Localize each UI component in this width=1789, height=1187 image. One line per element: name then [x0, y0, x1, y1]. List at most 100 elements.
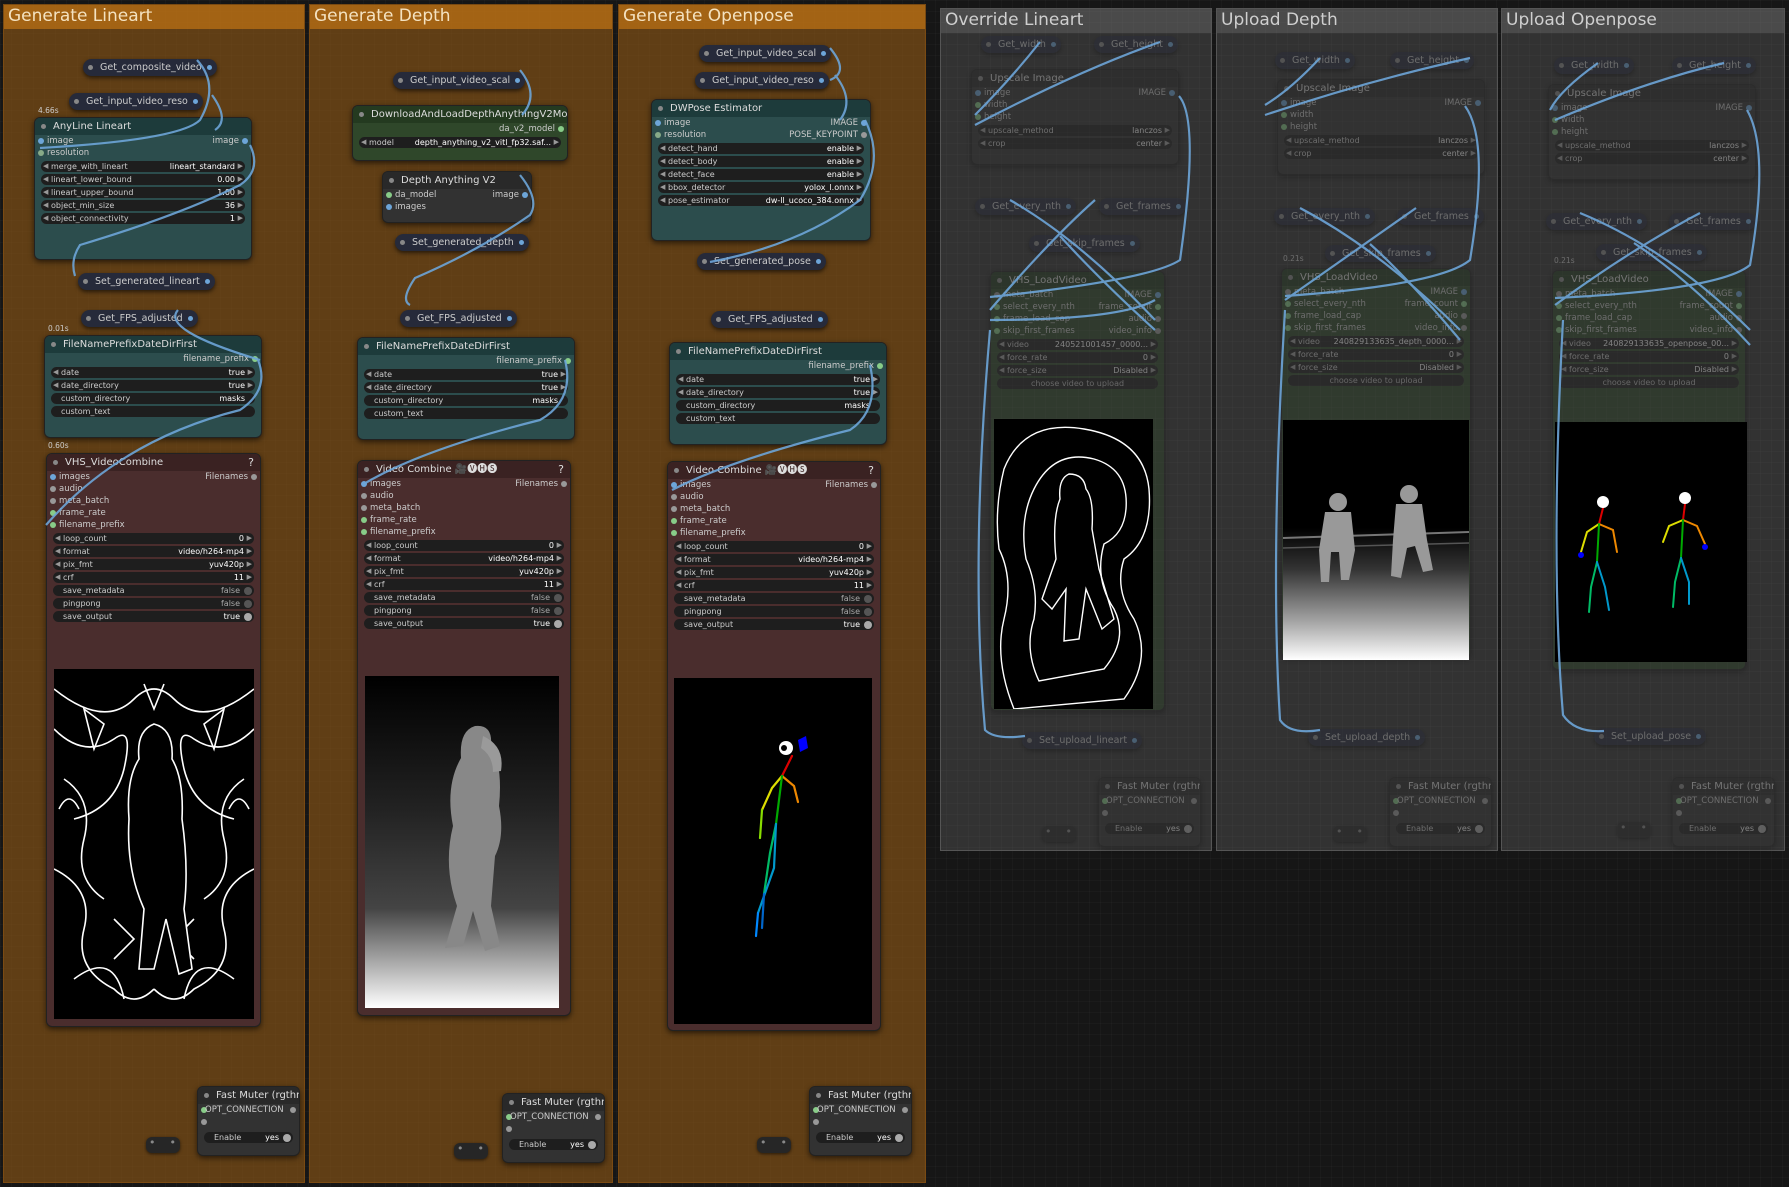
input-frame-rate[interactable]: frame_rate	[370, 514, 417, 526]
node-title[interactable]: Fast Muter (rgthree)	[198, 1087, 299, 1104]
widget-custom-text[interactable]: custom_text	[51, 406, 255, 417]
node-title[interactable]: Fast Muter (rgthree)	[503, 1094, 604, 1111]
reroute-node[interactable]	[757, 1136, 791, 1153]
input-meta-batch[interactable]: meta_batch	[680, 503, 730, 515]
node-title[interactable]: AnyLine Lineart	[35, 118, 251, 135]
output-opt-connection[interactable]: OPT_CONNECTION	[205, 1104, 284, 1116]
node-title[interactable]: Fast Muter (rgthree)	[1099, 778, 1200, 795]
dwpose-estimator-node[interactable]: DWPose Estimator image IMAGE resolution PO…	[651, 99, 871, 241]
input-filename-prefix[interactable]: filename_prefix	[59, 519, 125, 531]
widget-detect-face[interactable]: ◀ detect_face enable ▶	[658, 169, 864, 180]
widget-pingpong[interactable]: pingpong false	[674, 606, 874, 617]
output-image[interactable]: image	[213, 135, 239, 147]
widget-date-directory[interactable]: ◀ date_directory true ▶	[51, 380, 255, 391]
widget-format[interactable]: ◀ format video/h264-mp4 ▶	[53, 546, 254, 557]
group-generate-depth[interactable]: Generate Depth Get_input_video_scal Down…	[309, 4, 613, 1183]
node-title[interactable]: Fast Muter (rgthree)	[1390, 778, 1491, 795]
widget-date[interactable]: ◀ date true ▶	[364, 369, 568, 380]
input-images[interactable]: images	[680, 479, 711, 491]
fast-muter-node[interactable]: Fast Muter (rgthree) OPT_CONNECTION Enab…	[502, 1093, 605, 1163]
output-pose-keypoint[interactable]: POSE_KEYPOINT	[789, 129, 858, 141]
get-frames-node[interactable]: Get_frames	[1099, 198, 1186, 215]
widget-force-size[interactable]: ◀ force_size Disabled ▶	[1559, 364, 1739, 375]
widget-upscale-method[interactable]: ◀ upscale_method lanczos ▶	[1555, 140, 1749, 151]
input-audio[interactable]: audio	[370, 490, 394, 502]
group-override-lineart[interactable]: Override Lineart Get_width Get_height Up…	[940, 8, 1212, 851]
upscale-image-node[interactable]: Upscale Image image IMAGE width height ◀ u…	[1548, 84, 1756, 180]
help-icon[interactable]: ?	[558, 461, 564, 478]
widget-custom-text[interactable]: custom_text	[364, 408, 568, 419]
get-every-nth-node[interactable]: Get_every_nth	[1546, 213, 1648, 230]
widget-save-output[interactable]: save_output true	[674, 619, 874, 630]
output-filenames[interactable]: Filenames	[205, 471, 248, 483]
widget-video[interactable]: ◀ video 240521001457_0000... ▶	[997, 339, 1158, 350]
group-title[interactable]: Generate Depth	[310, 5, 612, 29]
group-generate-lineart[interactable]: Generate Lineart Get_composite_video Get…	[3, 4, 305, 1183]
input-meta-batch[interactable]: meta_batch	[59, 495, 109, 507]
node-title[interactable]: Depth Anything V2	[383, 172, 531, 189]
widget-pose-estimator[interactable]: ◀ pose_estimator dw-ll_ucoco_384.onnx ▶	[658, 195, 864, 206]
fast-muter-node[interactable]: Fast Muter (rgthree) OPT_CONNECTION Enab…	[1389, 777, 1492, 847]
node-title[interactable]: DWPose Estimator	[652, 100, 870, 117]
widget-upscale-method[interactable]: ◀ upscale_method lanczos ▶	[1284, 135, 1478, 146]
filename-prefix-node[interactable]: FileNamePrefixDateDirFirst filename_pref…	[669, 342, 887, 445]
set-upload-lineart-node[interactable]: Set_upload_lineart	[1022, 732, 1143, 749]
enable-toggle[interactable]: Enable yes	[204, 1132, 293, 1143]
widget-lineart-lower-bound[interactable]: ◀ lineart_lower_bound 0.00 ▶	[41, 174, 245, 185]
input-audio[interactable]: audio	[59, 483, 83, 495]
set-upload-depth-node[interactable]: Set_upload_depth	[1308, 729, 1426, 746]
widget-object-min-size[interactable]: ◀ object_min_size 36 ▶	[41, 200, 245, 211]
fast-muter-node[interactable]: Fast Muter (rgthree) OPT_CONNECTION Enab…	[197, 1086, 300, 1156]
input-audio[interactable]: audio	[680, 491, 704, 503]
enable-toggle[interactable]: Enable yes	[1679, 823, 1768, 834]
widget-object-connectivity[interactable]: ◀ object_connectivity 1 ▶	[41, 213, 245, 224]
widget-crop[interactable]: ◀ crop center ▶	[1284, 148, 1478, 159]
node-title[interactable]: Video Combine 🎥🅥🅗🅢?	[668, 462, 880, 479]
node-title[interactable]: Upscale Image	[972, 70, 1178, 87]
depth-anything-v2-node[interactable]: Depth Anything V2 da_model image images	[382, 171, 532, 223]
widget-bbox-detector[interactable]: ◀ bbox_detector yolox_l.onnx ▶	[658, 182, 864, 193]
node-title[interactable]: FileNamePrefixDateDirFirst	[45, 336, 261, 353]
get-composite-video-node[interactable]: Get_composite_video	[83, 59, 217, 76]
input-frame-rate[interactable]: frame_rate	[680, 515, 727, 527]
filename-prefix-node[interactable]: FileNamePrefixDateDirFirst filename_pref…	[357, 337, 575, 440]
node-title[interactable]: Fast Muter (rgthree)	[1673, 778, 1774, 795]
output-da-v2-model[interactable]: da_v2_model	[499, 123, 555, 135]
fast-muter-node[interactable]: Fast Muter (rgthree) OPT_CONNECTION Enab…	[809, 1086, 912, 1156]
widget-pingpong[interactable]: pingpong false	[364, 605, 564, 616]
fast-muter-node[interactable]: Fast Muter (rgthree) OPT_CONNECTION Enab…	[1672, 777, 1775, 847]
input-resolution[interactable]: resolution	[47, 147, 89, 159]
widget-crop[interactable]: ◀ crop center ▶	[978, 138, 1172, 149]
widget-crf[interactable]: ◀ crf 11 ▶	[53, 572, 254, 583]
get-width-node[interactable]: Get_width	[1275, 52, 1355, 69]
widget-force-size[interactable]: ◀ force_size Disabled ▶	[997, 365, 1158, 376]
get-input-video-reso-node[interactable]: Get_input_video_reso	[69, 93, 203, 110]
video-combine-node[interactable]: VHS_VideoCombine? images Filenames audio …	[46, 453, 261, 1027]
widget-save-output[interactable]: save_output true	[364, 618, 564, 629]
widget-date-directory[interactable]: ◀ date_directory true ▶	[364, 382, 568, 393]
widget-crf[interactable]: ◀ crf 11 ▶	[674, 580, 874, 591]
group-upload-openpose[interactable]: Upload Openpose Get_width Get_height Ups…	[1501, 8, 1785, 851]
choose-video-button[interactable]: choose video to upload	[1288, 375, 1464, 386]
set-generated-pose-node[interactable]: Set_generated_pose	[697, 253, 826, 270]
enable-toggle[interactable]: Enable yes	[1396, 823, 1485, 834]
widget-detect-hand[interactable]: ◀ detect_hand enable ▶	[658, 143, 864, 154]
set-generated-lineart-node[interactable]: Set_generated_lineart	[78, 273, 215, 290]
get-height-node[interactable]: Get_height	[1094, 36, 1178, 53]
input-resolution[interactable]: resolution	[664, 129, 706, 141]
widget-date[interactable]: ◀ date true ▶	[51, 367, 255, 378]
anyline-lineart-node[interactable]: AnyLine Lineart image image resolution ◀ m…	[34, 117, 252, 260]
enable-toggle[interactable]: Enable yes	[509, 1139, 598, 1150]
node-title[interactable]: DownloadAndLoadDepthAnythingV2Model	[353, 106, 567, 123]
node-title[interactable]: Video Combine 🎥🅥🅗🅢?	[358, 461, 570, 478]
widget-save-metadata[interactable]: save_metadata false	[674, 593, 874, 604]
get-fps-adjusted-node[interactable]: Get_FPS_adjusted	[711, 311, 828, 328]
input-image[interactable]: image	[47, 135, 73, 147]
widget-detect-body[interactable]: ◀ detect_body enable ▶	[658, 156, 864, 167]
download-load-depth-anything-node[interactable]: DownloadAndLoadDepthAnythingV2Model da_v…	[352, 105, 568, 161]
get-frames-node[interactable]: Get_frames	[1669, 213, 1756, 230]
choose-video-button[interactable]: choose video to upload	[997, 378, 1158, 389]
upscale-image-node[interactable]: Upscale Image image IMAGE width height ◀ u…	[971, 69, 1179, 165]
widget-crf[interactable]: ◀ crf 11 ▶	[364, 579, 564, 590]
upscale-image-node[interactable]: Upscale Image image IMAGE width height ◀ u…	[1277, 79, 1485, 175]
